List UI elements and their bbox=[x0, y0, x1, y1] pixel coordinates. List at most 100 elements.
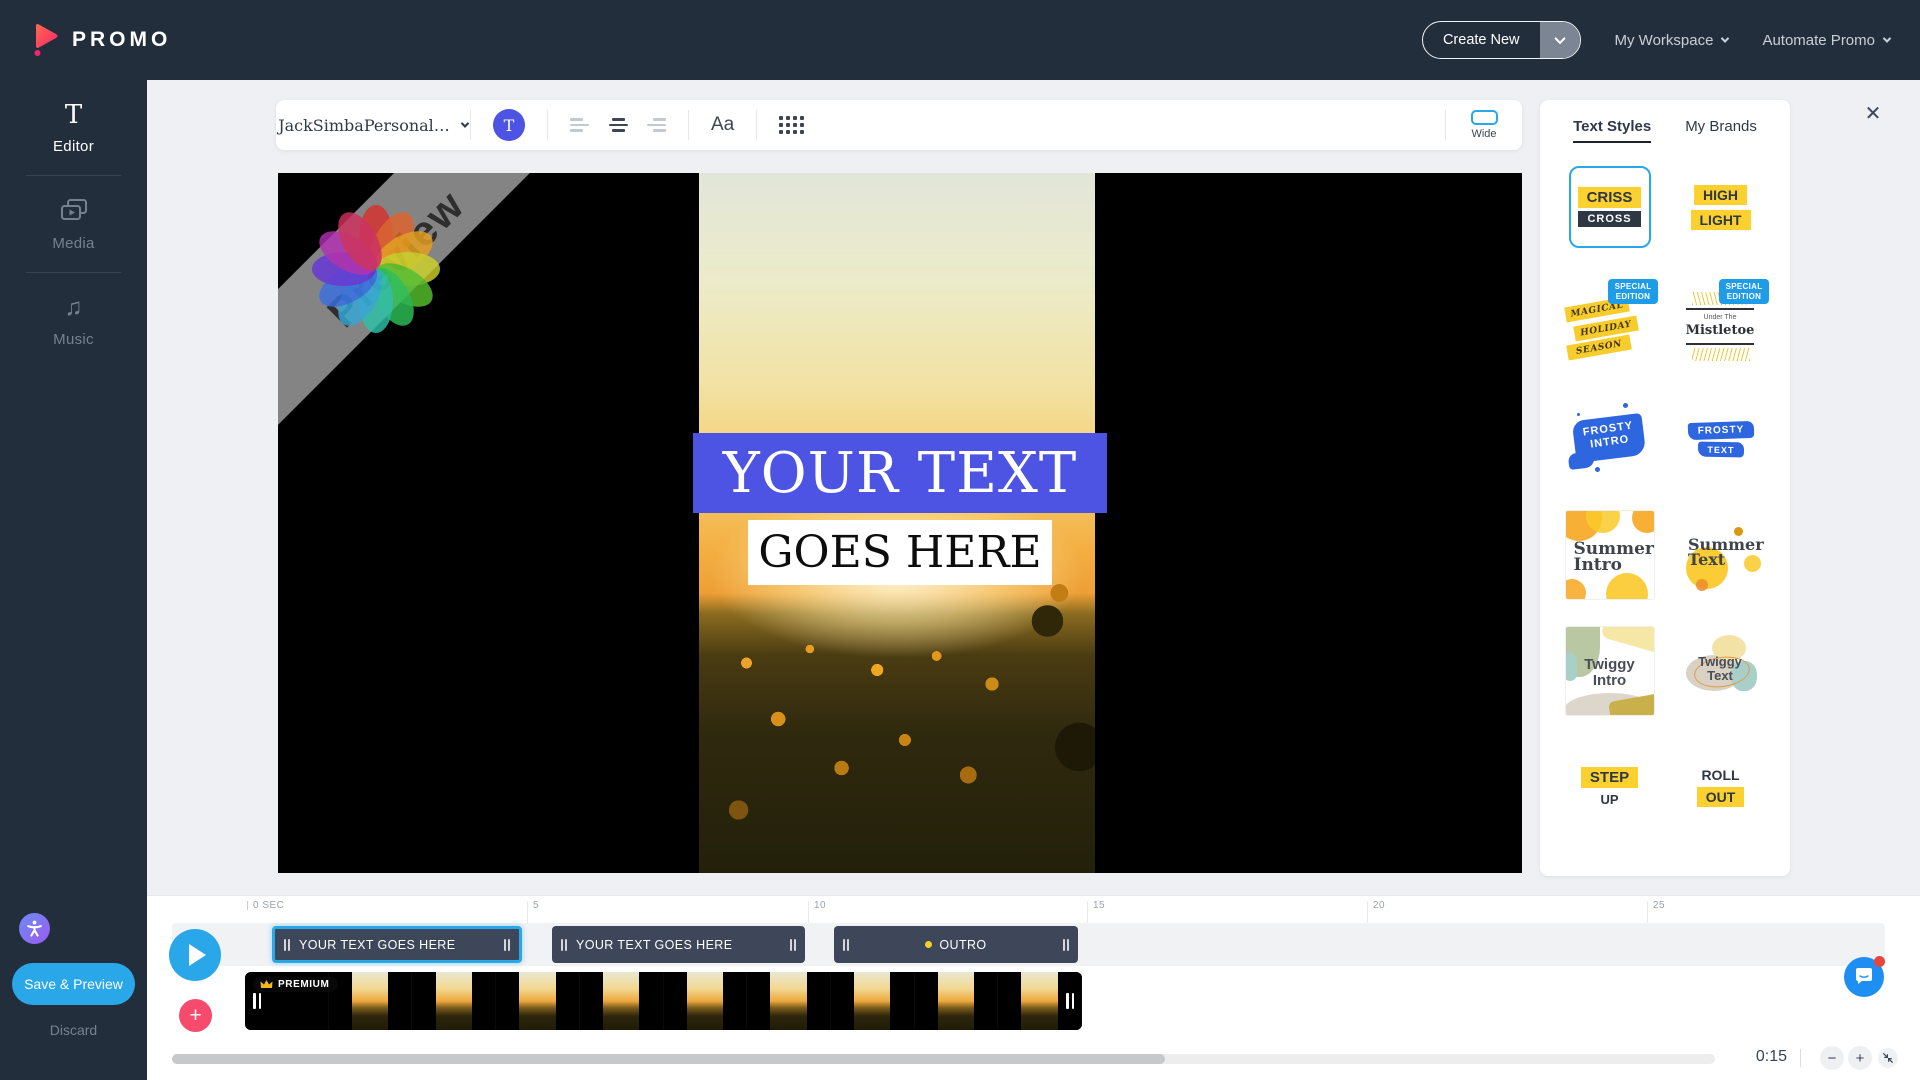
trim-handle-left[interactable] bbox=[561, 938, 567, 951]
play-button[interactable] bbox=[169, 929, 221, 981]
video-clip-filmstrip[interactable]: PREMIUM bbox=[245, 972, 1082, 1030]
style-twiggy-text[interactable]: Twiggy Text bbox=[1672, 623, 1769, 719]
summer-circle bbox=[1696, 579, 1708, 591]
accessibility-widget-button[interactable] bbox=[19, 913, 50, 944]
outro-clip[interactable]: OUTRO bbox=[834, 926, 1078, 963]
my-workspace-menu[interactable]: My Workspace bbox=[1615, 32, 1730, 49]
toolbar-divider bbox=[756, 110, 758, 140]
collapse-timeline-button[interactable] bbox=[1878, 1048, 1898, 1068]
ruler-tick bbox=[247, 901, 248, 910]
style-criss-cross[interactable]: CRISS CROSS bbox=[1561, 159, 1658, 255]
font-family-select[interactable]: JackSimbaPersonal… bbox=[276, 116, 470, 135]
text-clip-1[interactable]: YOUR TEXT GOES HERE bbox=[272, 926, 522, 963]
play-icon bbox=[189, 944, 206, 966]
text-clip-2[interactable]: YOUR TEXT GOES HERE bbox=[552, 926, 805, 963]
style-card: Summer Intro bbox=[1565, 511, 1654, 599]
style-text: HIGH bbox=[1694, 184, 1747, 205]
style-twiggy-intro[interactable]: Twiggy Intro bbox=[1561, 623, 1658, 719]
pinwheel-flower-icon bbox=[312, 205, 440, 333]
outro-label: OUTRO bbox=[939, 937, 987, 952]
close-editor-button[interactable]: ✕ bbox=[1858, 98, 1888, 128]
ruler-label: 0 SEC bbox=[253, 900, 285, 911]
discard-button[interactable]: Discard bbox=[0, 1022, 147, 1038]
sidebar-item-label: Media bbox=[52, 235, 95, 252]
zoom-out-button[interactable]: − bbox=[1820, 1046, 1844, 1070]
text-toolbar: JackSimbaPersonal… T Aa Wide bbox=[276, 100, 1522, 150]
aspect-ratio-wide-toggle[interactable]: Wide bbox=[1446, 110, 1522, 140]
filmstrip-frame bbox=[747, 972, 831, 1030]
video-trim-handle-right[interactable] bbox=[1066, 993, 1074, 1009]
style-text: TEXT bbox=[1697, 441, 1744, 457]
trim-handle-left[interactable] bbox=[284, 938, 290, 951]
headline-text-box-1[interactable]: YOUR TEXT bbox=[693, 433, 1107, 513]
style-step-up[interactable]: STEP UP bbox=[1561, 739, 1658, 835]
tab-text-styles[interactable]: Text Styles bbox=[1573, 118, 1652, 143]
style-high-light[interactable]: HIGH LIGHT bbox=[1672, 159, 1769, 255]
style-text: Text bbox=[1707, 667, 1733, 683]
style-frosty-intro[interactable]: FROSTY INTRO bbox=[1561, 391, 1658, 487]
style-magical-holiday-season[interactable]: SPECIAL EDITION MAGICAL HOLIDAY SEASON bbox=[1561, 275, 1658, 371]
promo-logo[interactable]: PROMO bbox=[30, 23, 171, 57]
chat-widget-button[interactable] bbox=[1844, 956, 1885, 997]
trim-handle-right[interactable] bbox=[504, 938, 510, 951]
trim-handle-right[interactable] bbox=[790, 938, 796, 951]
outro-dot-icon bbox=[925, 940, 933, 948]
premium-badge: PREMIUM bbox=[253, 977, 339, 992]
summer-circle bbox=[1631, 511, 1654, 533]
save-and-preview-button[interactable]: Save & Preview bbox=[12, 963, 135, 1005]
style-frosty-text[interactable]: FROSTY TEXT bbox=[1672, 391, 1769, 487]
tab-my-brands[interactable]: My Brands bbox=[1685, 118, 1757, 143]
sidebar-item-editor[interactable]: T Editor bbox=[0, 80, 147, 175]
selected-style-card: CRISS CROSS bbox=[1568, 166, 1651, 248]
zoom-in-button[interactable]: + bbox=[1848, 1046, 1872, 1070]
automate-promo-label: Automate Promo bbox=[1762, 31, 1875, 49]
chevron-down-icon bbox=[1553, 32, 1566, 45]
text-animation-grid-icon[interactable] bbox=[779, 116, 805, 134]
sidebar-item-label: Music bbox=[53, 331, 94, 348]
style-text: ROLL bbox=[1701, 767, 1740, 783]
filmstrip-frame bbox=[496, 972, 580, 1030]
style-roll-out[interactable]: ROLL OUT bbox=[1672, 739, 1769, 835]
align-right-button[interactable] bbox=[646, 118, 666, 132]
style-text: OUT bbox=[1696, 787, 1745, 807]
splash-dot bbox=[1635, 447, 1639, 451]
headline-text-box-2[interactable]: GOES HERE bbox=[748, 520, 1052, 585]
style-text: FROSTY bbox=[1687, 420, 1754, 440]
scrollbar-thumb[interactable] bbox=[172, 1054, 1165, 1064]
timeline-scrollbar[interactable] bbox=[172, 1054, 1715, 1064]
style-text: Twiggy bbox=[1584, 656, 1635, 673]
trim-handle-left[interactable] bbox=[843, 938, 849, 951]
style-text: LIGHT bbox=[1690, 209, 1751, 230]
top-bar: PROMO Create New My Workspace Automate P… bbox=[0, 0, 1920, 80]
sidebar-item-media[interactable]: Media bbox=[0, 176, 147, 272]
text-color-style-button[interactable]: T bbox=[493, 109, 525, 141]
chevron-down-icon bbox=[1721, 34, 1730, 43]
filmstrip-frame bbox=[328, 972, 413, 1030]
filmstrip-frame bbox=[914, 972, 999, 1030]
filmstrip-frame bbox=[579, 972, 664, 1030]
sidebar-item-music[interactable]: ♫ Music bbox=[0, 273, 147, 368]
special-edition-badge: SPECIAL EDITION bbox=[1719, 279, 1769, 305]
divider-line bbox=[1686, 308, 1754, 310]
align-center-button[interactable] bbox=[608, 118, 628, 132]
trim-handle-right[interactable] bbox=[1063, 938, 1069, 951]
video-canvas[interactable]: Preview YOUR TEXT GOES HERE bbox=[278, 173, 1522, 873]
style-text: Mistletoe bbox=[1685, 323, 1755, 338]
video-trim-handle-left[interactable] bbox=[253, 993, 261, 1009]
style-text: STEP bbox=[1580, 767, 1639, 788]
media-icon bbox=[60, 199, 87, 220]
clip-label: OUTRO bbox=[858, 938, 1054, 952]
style-summer-text[interactable]: Summer Text bbox=[1672, 507, 1769, 603]
font-size-button[interactable]: Aa bbox=[711, 114, 734, 136]
style-under-the-mistletoe[interactable]: SPECIAL EDITION Under The Mistletoe bbox=[1672, 275, 1769, 371]
total-duration: 0:15 bbox=[1755, 1048, 1787, 1065]
automate-promo-menu[interactable]: Automate Promo bbox=[1762, 31, 1892, 49]
style-text: CRISS bbox=[1577, 187, 1642, 208]
create-new-dropdown[interactable] bbox=[1539, 22, 1580, 58]
headline-line1: YOUR TEXT bbox=[722, 440, 1078, 506]
summer-circle bbox=[1605, 573, 1648, 599]
add-scene-button[interactable]: + bbox=[179, 999, 212, 1032]
align-left-button[interactable] bbox=[570, 118, 590, 132]
style-summer-intro[interactable]: Summer Intro bbox=[1561, 507, 1658, 603]
create-new-button[interactable]: Create New bbox=[1421, 21, 1581, 59]
